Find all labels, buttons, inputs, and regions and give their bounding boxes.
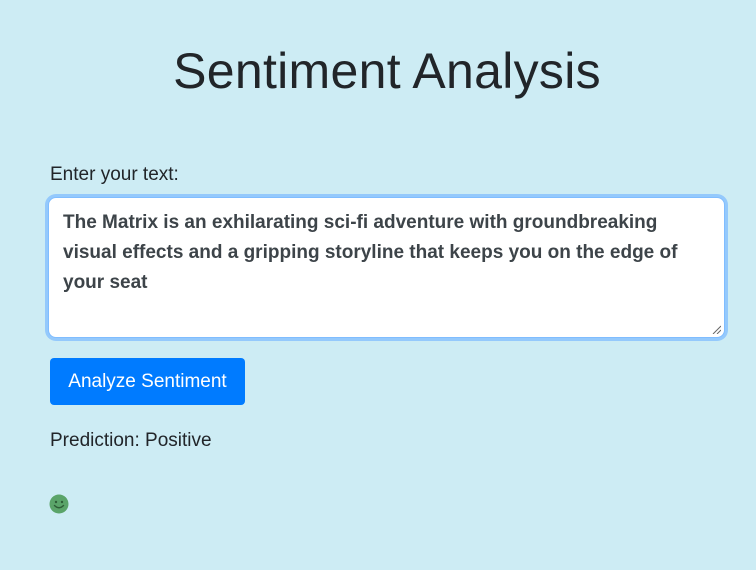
page-title: Sentiment Analysis: [173, 43, 601, 99]
page: Sentiment Analysis Enter your text: The …: [0, 0, 756, 570]
analyze-sentiment-button[interactable]: Analyze Sentiment: [50, 358, 245, 405]
text-input[interactable]: The Matrix is an exhilarating sci-fi adv…: [49, 198, 724, 337]
resize-handle-icon[interactable]: [711, 324, 721, 334]
prediction-result: Prediction: Positive: [50, 430, 212, 451]
smiley-face-icon: [49, 494, 69, 514]
text-input-label: Enter your text:: [50, 164, 179, 185]
text-input-container: The Matrix is an exhilarating sci-fi adv…: [48, 197, 725, 338]
